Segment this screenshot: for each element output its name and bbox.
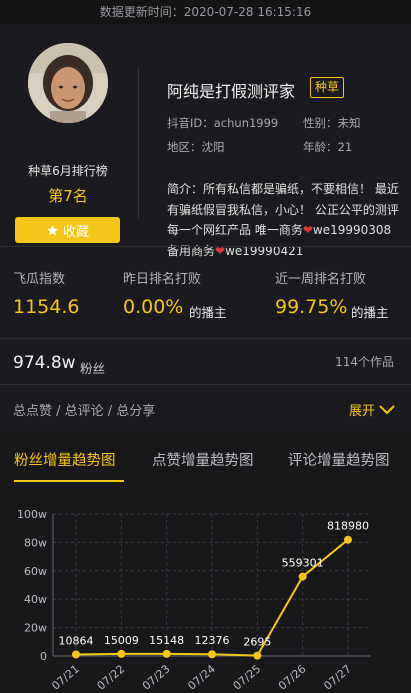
week-rank-value: 99.75%: [275, 296, 348, 318]
data-label: 12376: [195, 634, 230, 647]
fans-label: 粉丝: [80, 361, 106, 376]
x-tick-label: 07/26: [276, 662, 309, 692]
feigua-label: 飞瓜指数: [13, 272, 66, 287]
data-label: 10864: [59, 634, 94, 647]
update-time: 数据更新时间：2020-07-28 16:15:16: [0, 0, 411, 24]
rank-value: 第7名: [48, 187, 88, 205]
yesterday-rank-value: 0.00%: [123, 296, 184, 318]
week-rank-label: 近一周排名打败: [275, 272, 367, 287]
profile-section: 种草6月排行榜 第7名 收藏 阿纯是打假测评家 种草 抖音ID：achun199…: [0, 24, 411, 258]
data-point: [344, 535, 352, 544]
y-tick-label: 60w: [24, 565, 47, 578]
collect-label: 收藏: [62, 224, 89, 240]
bio: 简介：所有私信都是骗纸，不要相信！ 最近有骗纸假冒我私信，小心！ 公正公平的测评…: [167, 179, 399, 261]
y-tick-label: 100w: [17, 508, 47, 521]
douyin-id: 抖音ID：achun1999: [167, 116, 279, 130]
x-tick-label: 07/23: [140, 662, 173, 692]
data-label: 15009: [104, 634, 139, 647]
works-count[interactable]: 114个作品: [335, 353, 394, 370]
data-point: [298, 572, 307, 581]
fans-trend-chart: 0 20w 40w 60w 80w 100w 10864 07/21 15009 07/22 151…: [17, 508, 371, 693]
x-tick-label: 07/24: [185, 662, 218, 692]
divider: [0, 384, 411, 385]
y-tick-label: 80w: [24, 536, 47, 549]
week-rank-suffix: 的播主: [351, 305, 389, 320]
avatar[interactable]: [28, 43, 108, 123]
y-tick-label: 40w: [24, 593, 47, 606]
tab-likes-trend[interactable]: 点赞增量趋势图: [152, 449, 254, 470]
y-tick-label: 20w: [24, 622, 47, 635]
category-tag[interactable]: 种草: [310, 77, 345, 98]
x-tick-label: 07/25: [231, 662, 264, 692]
fans-count: 974.8w: [13, 353, 76, 373]
data-label: 15148: [149, 634, 184, 647]
gender: 性别：未知: [303, 116, 361, 130]
tab-comments-trend[interactable]: 评论增量趋势图: [288, 449, 390, 470]
heart-icon: ❤: [302, 223, 313, 237]
feigua-value: 1154.6: [13, 296, 80, 318]
avatar-image: [28, 43, 108, 123]
vertical-divider: [138, 68, 139, 218]
star-icon: [47, 224, 58, 235]
rank-title: 种草6月排行榜: [28, 164, 108, 178]
expand-button[interactable]: 展开: [349, 400, 395, 419]
x-tick-label: 07/22: [95, 662, 128, 692]
data-label: 559301: [282, 557, 324, 570]
data-point: [117, 649, 126, 658]
region: 地区：沈阳: [167, 140, 225, 154]
data-point: [72, 650, 80, 659]
divider: [0, 246, 411, 247]
yesterday-rank-label: 昨日排名打败: [123, 272, 202, 287]
data-label: 2695: [243, 636, 271, 649]
yesterday-rank-suffix: 的播主: [189, 305, 227, 320]
data-point: [162, 649, 171, 658]
x-tick-label: 07/21: [49, 662, 82, 692]
totals-label: 总点赞 / 总评论 / 总分享: [13, 404, 156, 419]
data-point: [253, 651, 262, 660]
x-tick-label: 07/27: [321, 662, 354, 692]
data-label: 818980: [327, 520, 369, 533]
divider: [0, 338, 411, 339]
tab-fans-trend[interactable]: 粉丝增量趋势图: [14, 449, 116, 470]
y-tick-label: 0: [40, 650, 47, 663]
active-tab-indicator: [14, 480, 124, 482]
data-point: [208, 650, 216, 659]
age: 年龄：21: [303, 140, 353, 154]
account-name: 阿纯是打假测评家: [167, 82, 296, 101]
collect-button[interactable]: 收藏: [15, 217, 120, 243]
chevron-down-icon: [379, 404, 395, 414]
expand-label: 展开: [349, 404, 376, 419]
